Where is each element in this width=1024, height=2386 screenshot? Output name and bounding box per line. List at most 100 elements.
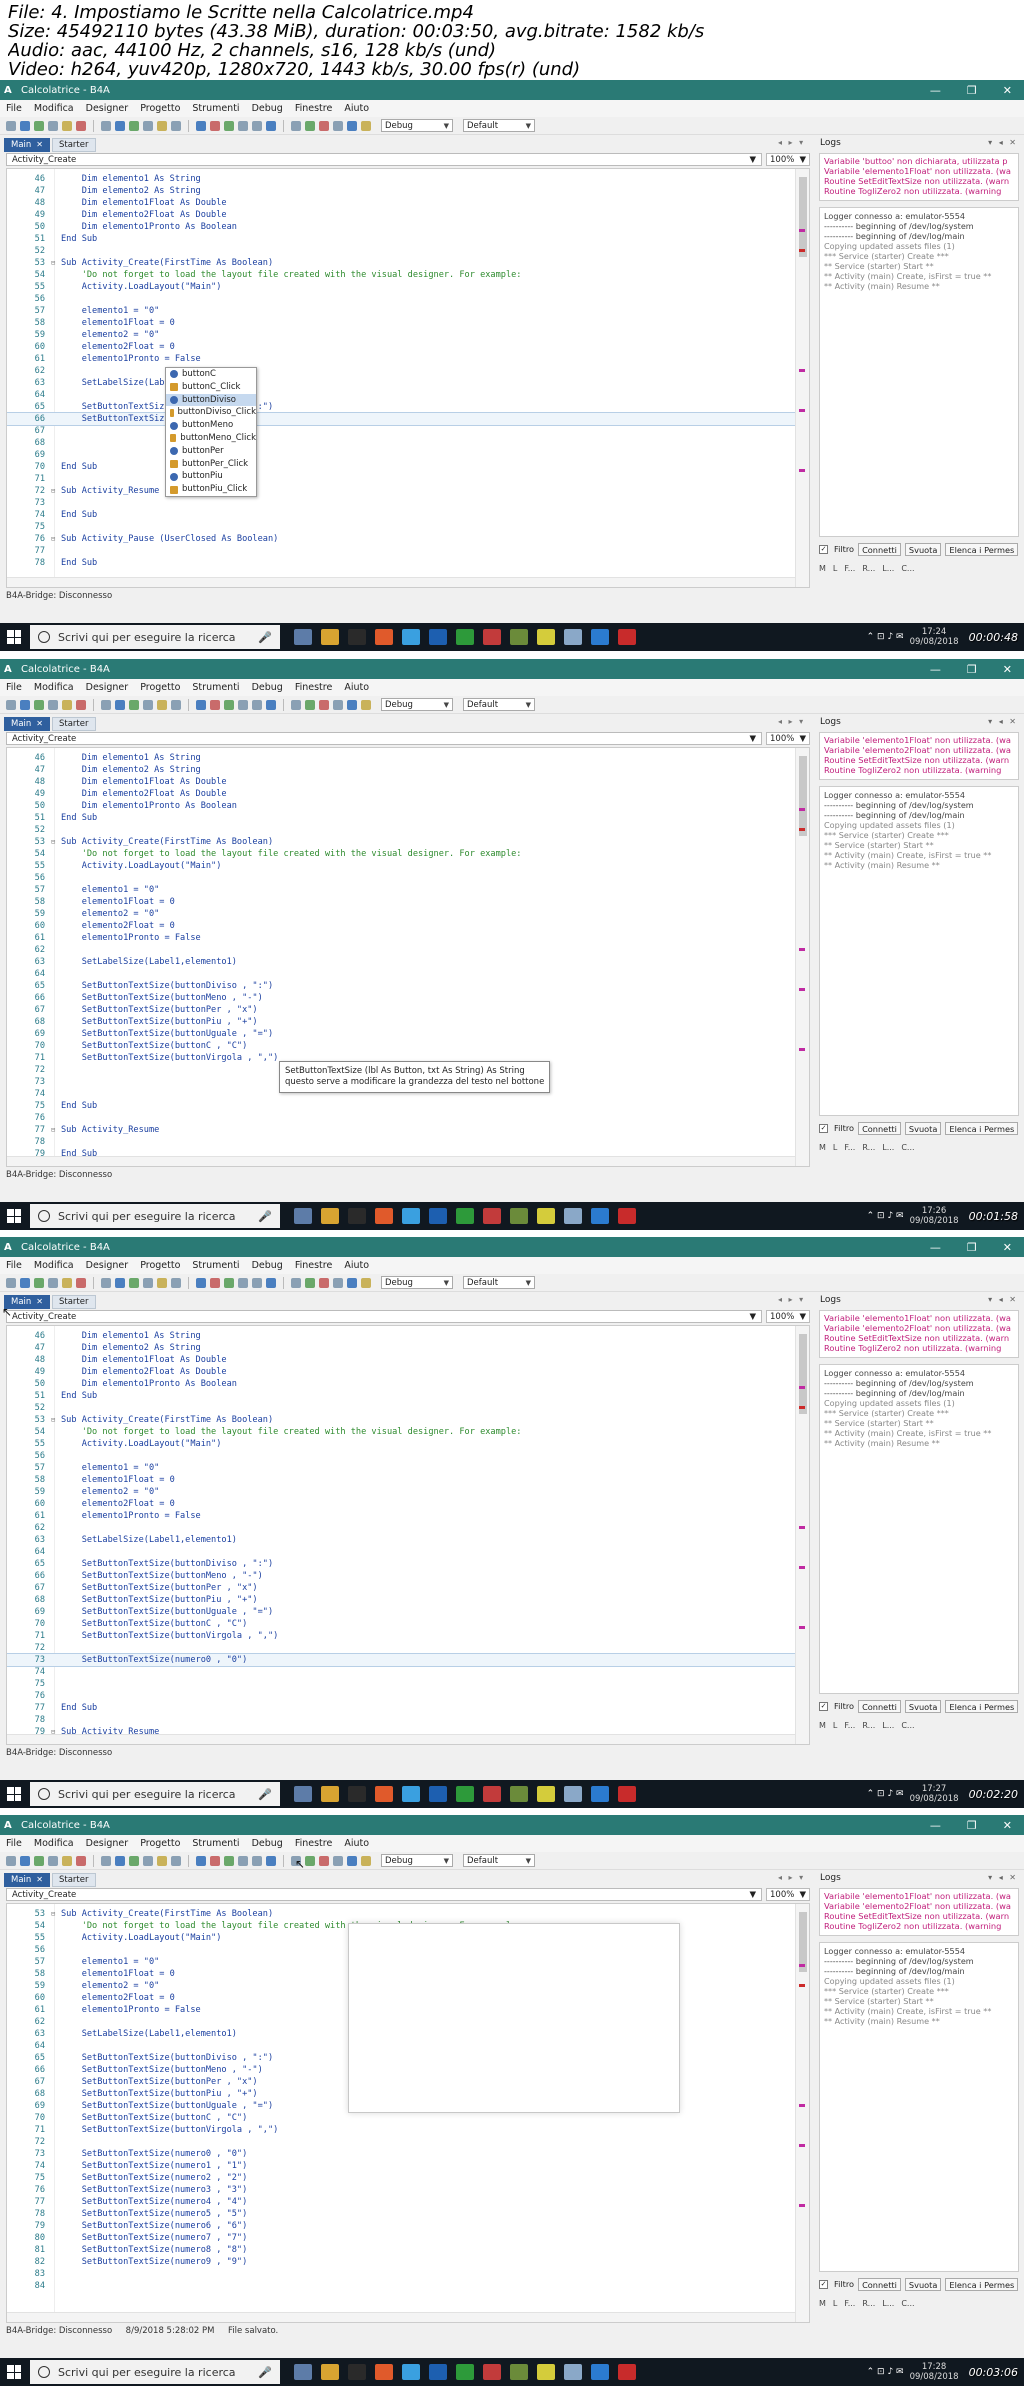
minimize-icon[interactable]: — [930, 1241, 941, 1254]
bottom-tab[interactable]: R... [862, 1721, 875, 1730]
minimize-icon[interactable]: — [930, 663, 941, 676]
menu-item-progetto[interactable]: Progetto [140, 682, 180, 693]
toolbar-tool-icon[interactable] [143, 1855, 153, 1866]
code-line[interactable]: 58 elemento1Float = 0 [7, 317, 797, 329]
menu-item-finestre[interactable]: Finestre [295, 103, 333, 114]
warning-item[interactable]: Variabile 'elemento1Float' non utilizzat… [824, 735, 1014, 745]
code-line[interactable]: 76 ⊟ Sub Activity_Pause (UserClosed As Boo… [7, 533, 797, 545]
menu-item-progetto[interactable]: Progetto [140, 1838, 180, 1849]
code-line[interactable]: 47 Dim elemento2 As String [7, 1342, 797, 1354]
default-combo[interactable]: Default ▼ [463, 119, 535, 132]
tab-main[interactable]: Main ✕ [4, 138, 50, 152]
bottom-tab[interactable]: F... [844, 2299, 855, 2308]
toolbar-tool-icon[interactable] [143, 1277, 153, 1288]
toolbar-tool-icon[interactable] [252, 1855, 262, 1866]
code-line[interactable]: 67 SetButtonTextSize(buttonPer , "x") [7, 1004, 797, 1016]
toolbar-tool-icon[interactable] [129, 1277, 139, 1288]
bottom-tab[interactable]: F... [844, 1721, 855, 1730]
debug-combo[interactable]: Debug ▼ [381, 698, 453, 711]
warning-item[interactable]: Variabile 'elemento2Float' non utilizzat… [824, 1323, 1014, 1333]
bottom-tab[interactable]: L [833, 564, 837, 573]
warning-item[interactable]: Variabile 'buttoo' non dichiarata, utili… [824, 156, 1014, 166]
code-line[interactable]: 71 SetButtonTextSize(buttonVirgola , ","… [7, 2124, 797, 2136]
code-line[interactable]: 62 [7, 1522, 797, 1534]
code-line[interactable]: 49 Dim elemento2Float As Double [7, 788, 797, 800]
tray-icons[interactable]: ⌃ ⊡ ♪ ✉ [867, 2367, 904, 2377]
autocomplete-item[interactable]: buttonMeno [166, 419, 256, 432]
toolbar-tool-icon[interactable] [171, 1855, 181, 1866]
toolbar-tool-icon[interactable] [101, 1855, 111, 1866]
taskbar-search[interactable]: Scrivi qui per eseguire la ricerca 🎤 [30, 2360, 280, 2384]
toolbar-tool-icon[interactable] [62, 1855, 72, 1866]
code-line[interactable]: 77 [7, 545, 797, 557]
taskbar-app-icon[interactable] [429, 629, 447, 645]
bottom-tab[interactable]: L... [882, 1721, 894, 1730]
toolbar-tool-icon[interactable] [129, 120, 139, 131]
code-line[interactable]: 59 elemento2 = "0" [7, 329, 797, 341]
bottom-tab[interactable]: M [819, 564, 826, 573]
code-line[interactable]: 78 [7, 1136, 797, 1148]
taskbar-search[interactable]: Scrivi qui per eseguire la ricerca 🎤 [30, 1204, 280, 1228]
bottom-tab[interactable]: M [819, 2299, 826, 2308]
code-line[interactable]: 69 SetButtonTextSize(buttonUguale , "=") [7, 1028, 797, 1040]
code-line[interactable]: 59 elemento2 = "0" [7, 1486, 797, 1498]
code-line[interactable]: 74 [7, 1666, 797, 1678]
tray-icons[interactable]: ⌃ ⊡ ♪ ✉ [867, 632, 904, 642]
toolbar-tool-icon[interactable] [361, 1277, 371, 1288]
horizontal-scrollbar[interactable] [7, 2312, 795, 2322]
menu-item-aiuto[interactable]: Aiuto [344, 1838, 369, 1849]
code-line[interactable]: 46 Dim elemento1 As String [7, 173, 797, 185]
menu-item-finestre[interactable]: Finestre [295, 682, 333, 693]
toolbar-tool-icon[interactable] [266, 1855, 276, 1866]
toolbar-tool-icon[interactable] [20, 120, 30, 131]
toolbar-tool-icon[interactable] [333, 120, 343, 131]
taskbar-app-icon[interactable] [294, 1208, 312, 1224]
toolbar-tool-icon[interactable] [252, 120, 262, 131]
warning-item[interactable]: Routine TogliZero2 non utilizzata. (warn… [824, 1921, 1014, 1931]
toolbar-tool-icon[interactable] [143, 120, 153, 131]
taskbar-app-icon[interactable] [456, 1208, 474, 1224]
toolbar-tool-icon[interactable] [305, 1855, 315, 1866]
sub-selector-combo[interactable]: Activity_Create ▼ [6, 1310, 762, 1323]
code-line[interactable]: 50 Dim elemento1Pronto As Boolean [7, 800, 797, 812]
connect-button[interactable]: Connetti [858, 1121, 901, 1135]
tab-starter[interactable]: Starter [52, 138, 96, 152]
bottom-tab[interactable]: F... [844, 1143, 855, 1152]
bottom-tab[interactable]: L... [882, 1143, 894, 1152]
connect-button[interactable]: Connetti [858, 2277, 901, 2291]
code-line[interactable]: 57 elemento1 = "0" [7, 884, 797, 896]
start-button[interactable] [0, 1780, 28, 1808]
taskbar-app-icon[interactable] [510, 2364, 528, 2380]
tab-starter[interactable]: Starter [52, 1295, 96, 1309]
toolbar-tool-icon[interactable] [6, 699, 16, 710]
toolbar-tool-icon[interactable] [171, 1277, 181, 1288]
toolbar-tool-icon[interactable] [76, 1855, 86, 1866]
warning-item[interactable]: Variabile 'elemento1Float' non utilizzat… [824, 1891, 1014, 1901]
menu-item-debug[interactable]: Debug [252, 1838, 283, 1849]
close-icon[interactable]: ✕ [1003, 1819, 1012, 1832]
code-line[interactable]: 56 [7, 872, 797, 884]
code-line[interactable]: 49 Dim elemento2Float As Double [7, 1366, 797, 1378]
code-line[interactable]: 63 SetLabelSize(Label1,elemento1) [7, 956, 797, 968]
toolbar-tool-icon[interactable] [20, 699, 30, 710]
toolbar-tool-icon[interactable] [129, 699, 139, 710]
taskbar-app-icon[interactable] [375, 1208, 393, 1224]
code-line[interactable]: 61 elemento1Pronto = False [7, 353, 797, 365]
taskbar-app-icon[interactable] [618, 2364, 636, 2380]
bottom-tab[interactable]: C... [901, 1143, 914, 1152]
toolbar-tool-icon[interactable] [196, 699, 206, 710]
toolbar-tool-icon[interactable] [347, 699, 357, 710]
taskbar-app-icon[interactable] [321, 1208, 339, 1224]
taskbar-app-icon[interactable] [537, 2364, 555, 2380]
minimize-icon[interactable]: — [930, 1819, 941, 1832]
clear-button[interactable]: Svuota [904, 1121, 942, 1135]
bottom-tab[interactable]: L [833, 2299, 837, 2308]
code-line[interactable]: 80 SetButtonTextSize(numero7 , "7") [7, 2232, 797, 2244]
code-line[interactable]: 84 [7, 2280, 797, 2292]
toolbar-tool-icon[interactable] [210, 1277, 220, 1288]
code-line[interactable]: 51 End Sub [7, 233, 797, 245]
code-line[interactable]: 71 [7, 473, 797, 485]
taskbar-app-icon[interactable] [564, 1786, 582, 1802]
code-line[interactable]: 61 elemento1Pronto = False [7, 1510, 797, 1522]
autocomplete-item[interactable]: buttonC_Click [166, 381, 256, 394]
